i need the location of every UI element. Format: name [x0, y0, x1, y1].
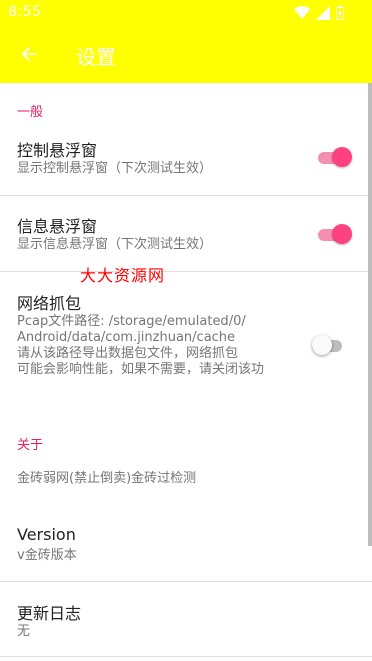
- signal-icon: [316, 6, 330, 20]
- switch-thumb: [312, 335, 332, 355]
- pref-changelog[interactable]: 更新日志 无: [0, 582, 372, 656]
- scrollbar[interactable]: [368, 83, 372, 546]
- pref-version[interactable]: Version v金砖版本: [0, 511, 372, 581]
- switch-thumb: [332, 147, 352, 167]
- divider: [0, 656, 372, 657]
- pref-summary: v金砖版本: [17, 548, 77, 563]
- pref-control-floating-window[interactable]: 控制悬浮窗 显示控制悬浮窗（下次测试生效）: [0, 123, 372, 195]
- settings-list: 一般 控制悬浮窗 显示控制悬浮窗（下次测试生效） 信息悬浮窗 显示信息悬浮窗（下…: [0, 83, 372, 661]
- pref-summary: 无: [17, 624, 31, 639]
- pref-summary: Pcap文件路径: /storage/emulated/0/ Android/d…: [17, 314, 307, 378]
- page-title: 设置: [76, 45, 116, 69]
- control-floating-window-switch[interactable]: [318, 145, 352, 167]
- app-bar: 设置: [0, 26, 372, 83]
- pref-app-description[interactable]: 金砖弱网(禁止倒卖)金砖过检测: [0, 455, 372, 499]
- packet-capture-switch[interactable]: [312, 333, 346, 355]
- battery-icon: [336, 6, 344, 20]
- pref-summary: 显示控制悬浮窗（下次测试生效）: [17, 161, 213, 176]
- pref-summary: 金砖弱网(禁止倒卖)金砖过检测: [17, 471, 197, 486]
- pref-title: 更新日志: [17, 604, 82, 623]
- status-icons: [294, 5, 344, 21]
- status-bar: 8:55: [0, 0, 372, 26]
- pref-title: 控制悬浮窗: [17, 141, 98, 160]
- summary-line: 可能会影响性能，如果不需要，请关闭该功: [17, 362, 265, 377]
- pref-info-floating-window[interactable]: 信息悬浮窗 显示信息悬浮窗（下次测试生效）: [0, 196, 372, 271]
- section-header-about: 关于: [17, 438, 44, 453]
- summary-line: Android/data/com.jinzhuan/cache: [17, 330, 236, 345]
- watermark: 大大资源网: [80, 266, 166, 285]
- pref-title: 信息悬浮窗: [17, 217, 98, 236]
- pref-title: Version: [17, 525, 76, 544]
- info-floating-window-switch[interactable]: [318, 222, 352, 244]
- section-header-general: 一般: [17, 105, 44, 120]
- wifi-icon: [294, 6, 310, 19]
- pref-packet-capture[interactable]: 网络抓包 Pcap文件路径: /storage/emulated/0/ Andr…: [0, 272, 372, 406]
- pref-title: 网络抓包: [17, 294, 82, 313]
- arrow-back-icon[interactable]: [18, 43, 40, 65]
- switch-thumb: [332, 224, 352, 244]
- summary-line: 请从该路径导出数据包文件，网络抓包: [17, 346, 239, 361]
- status-time: 8:55: [8, 4, 42, 20]
- pref-summary: 显示信息悬浮窗（下次测试生效）: [17, 237, 213, 252]
- summary-line: Pcap文件路径: /storage/emulated/0/: [17, 314, 246, 329]
